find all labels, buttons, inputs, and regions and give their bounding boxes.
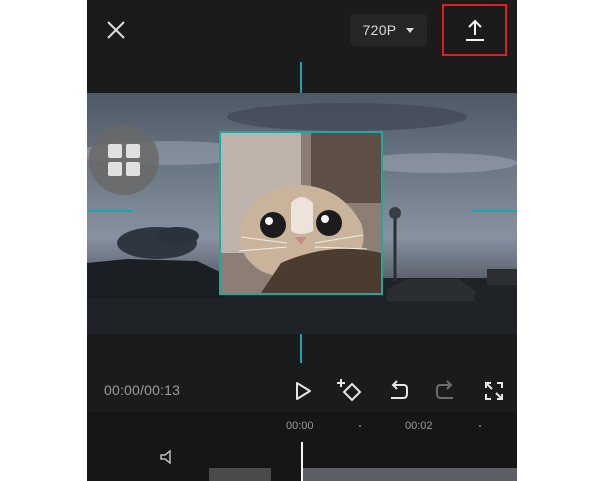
cat-photo (221, 133, 381, 293)
top-bar: 720P (87, 0, 517, 62)
play-button[interactable] (289, 378, 317, 404)
clip-thumbnail-left[interactable] (209, 468, 271, 481)
cat-overlay-clip[interactable] (219, 131, 383, 295)
close-button[interactable] (102, 16, 130, 44)
upload-icon (465, 19, 484, 41)
redo-button[interactable] (432, 378, 460, 404)
grid-handle-button[interactable] (89, 125, 159, 195)
redo-icon (436, 380, 453, 399)
horizontal-guide-right (471, 210, 517, 212)
video-preview[interactable] (87, 62, 517, 363)
resolution-dropdown[interactable]: 720P (350, 14, 427, 46)
timecode: 00:00/00:13 (104, 382, 181, 398)
video-editor-screen: 720P 00:00/00:13 00:00 00:02 (87, 0, 517, 481)
keyframe-add-icon (337, 379, 362, 402)
add-keyframe-button[interactable] (335, 378, 363, 404)
fullscreen-icon (485, 382, 503, 400)
fullscreen-button[interactable] (480, 378, 508, 404)
page: 720P 00:00/00:13 00:00 00:02 (0, 0, 600, 481)
close-icon (107, 21, 125, 39)
ruler-tick (479, 425, 481, 427)
playhead[interactable] (301, 442, 303, 481)
grid-icon (108, 144, 140, 176)
resolution-label: 720P (362, 22, 397, 38)
export-button[interactable] (442, 4, 507, 56)
speaker-icon[interactable] (159, 450, 175, 464)
caret-down-icon (406, 27, 415, 33)
ruler-label-0: 00:00 (286, 420, 314, 432)
clip-thumbnail-right[interactable] (303, 468, 517, 481)
undo-button[interactable] (384, 378, 412, 404)
ruler-tick (359, 425, 361, 427)
play-icon (296, 382, 311, 400)
undo-icon (391, 380, 408, 399)
ruler-label-1: 00:02 (405, 420, 433, 432)
playback-controls: 00:00/00:13 (87, 370, 517, 410)
timeline[interactable]: 00:00 00:02 (87, 412, 517, 481)
horizontal-guide-left (87, 210, 133, 212)
